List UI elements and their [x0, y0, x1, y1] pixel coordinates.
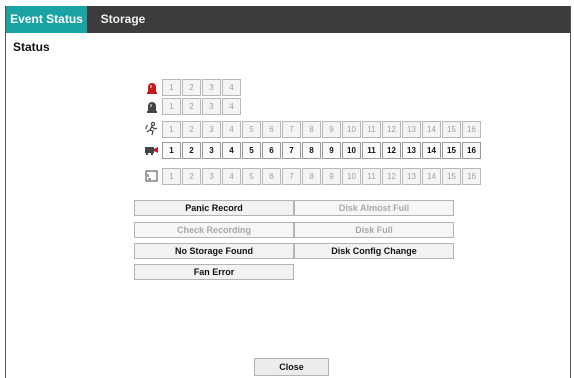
- channel-cell: 3: [202, 168, 221, 185]
- channel-cell: 1: [162, 142, 181, 159]
- channel-cell: 14: [422, 121, 441, 138]
- motion-cells: 1 2 3 4 5 6 7 8 9 10 11 12 13 14 15 16: [162, 121, 482, 138]
- channel-cell: 3: [202, 79, 221, 96]
- status-section-title: Status: [13, 40, 50, 54]
- channel-cell: 13: [402, 121, 421, 138]
- video-loss-icon: [144, 142, 160, 158]
- disk-config-change-status: Disk Config Change: [294, 243, 454, 259]
- channel-cell: 3: [202, 121, 221, 138]
- channel-cell: 5: [242, 142, 261, 159]
- channel-cell: 9: [322, 142, 341, 159]
- channel-cell: 11: [362, 168, 381, 185]
- channel-cell: 13: [402, 168, 421, 185]
- video-loss-row: 1 2 3 4 5 6 7 8 9 10 11 12 13 14 15 16: [144, 142, 481, 159]
- channel-cell: 12: [382, 121, 401, 138]
- alarm-out-cells: 1 2 3 4: [162, 98, 242, 115]
- text-in-row: 1 2 3 4 5 6 7 8 9 10 11 12 13 14 15 16: [144, 168, 481, 185]
- text-in-cells: 1 2 3 4 5 6 7 8 9 10 11 12 13 14 15 16: [162, 168, 482, 185]
- channel-cell: 12: [382, 168, 401, 185]
- channel-cell: 3: [202, 142, 221, 159]
- alarm-in-row: 1 2 3 4: [144, 79, 364, 96]
- channel-cell: 1: [162, 168, 181, 185]
- channel-cell: 1: [162, 79, 181, 96]
- event-status-window: Event Status Storage Status 1 2 3 4 1 2 …: [5, 6, 571, 378]
- motion-icon: [144, 121, 160, 137]
- channel-cell: 13: [402, 142, 421, 159]
- channel-cell: 2: [182, 98, 201, 115]
- close-button[interactable]: Close: [254, 358, 329, 376]
- channel-cell: 1: [162, 98, 181, 115]
- channel-cell: 10: [342, 142, 361, 159]
- channel-cell: 5: [242, 121, 261, 138]
- channel-cell: 16: [462, 168, 481, 185]
- channel-cell: 8: [302, 168, 321, 185]
- channel-cell: 16: [462, 121, 481, 138]
- channel-cell: 16: [462, 142, 481, 159]
- panic-record-status: Panic Record: [134, 200, 294, 216]
- channel-cell: 6: [262, 142, 281, 159]
- channel-cell: 4: [222, 79, 241, 96]
- channel-cell: 15: [442, 142, 461, 159]
- channel-cell: 9: [322, 121, 341, 138]
- channel-cell: 9: [322, 168, 341, 185]
- channel-cell: 7: [282, 121, 301, 138]
- alarm-out-row: 1 2 3 4: [144, 98, 364, 115]
- channel-cell: 3: [202, 98, 221, 115]
- channel-cell: 1: [162, 121, 181, 138]
- channel-cell: 4: [222, 168, 241, 185]
- fan-error-status: Fan Error: [134, 264, 294, 280]
- channel-cell: 7: [282, 142, 301, 159]
- tab-storage[interactable]: Storage: [87, 6, 159, 33]
- video-loss-cells: 1 2 3 4 5 6 7 8 9 10 11 12 13 14 15 16: [162, 142, 482, 159]
- tab-bar: Event Status Storage: [6, 6, 570, 33]
- disk-almost-full-status: Disk Almost Full: [294, 200, 454, 216]
- channel-cell: 14: [422, 168, 441, 185]
- alarm-out-icon: [144, 98, 160, 114]
- channel-cell: 2: [182, 168, 201, 185]
- channel-cell: 11: [362, 142, 381, 159]
- check-recording-status: Check Recording: [134, 222, 294, 238]
- channel-cell: 11: [362, 121, 381, 138]
- channel-cell: 15: [442, 121, 461, 138]
- channel-cell: 7: [282, 168, 301, 185]
- channel-cell: 8: [302, 121, 321, 138]
- channel-cell: 2: [182, 142, 201, 159]
- text-in-icon: [144, 168, 160, 184]
- channel-cell: 2: [182, 121, 201, 138]
- channel-cell: 4: [222, 121, 241, 138]
- motion-row: 1 2 3 4 5 6 7 8 9 10 11 12 13 14 15 16: [144, 121, 481, 138]
- channel-cell: 6: [262, 168, 281, 185]
- channel-cell: 4: [222, 142, 241, 159]
- channel-cell: 4: [222, 98, 241, 115]
- alarm-in-cells: 1 2 3 4: [162, 79, 242, 96]
- channel-cell: 10: [342, 168, 361, 185]
- channel-cell: 5: [242, 168, 261, 185]
- alarm-light-icon: [144, 79, 160, 95]
- channel-cell: 15: [442, 168, 461, 185]
- channel-cell: 14: [422, 142, 441, 159]
- channel-cell: 2: [182, 79, 201, 96]
- channel-cell: 8: [302, 142, 321, 159]
- channel-cell: 6: [262, 121, 281, 138]
- no-storage-found-status: No Storage Found: [134, 243, 294, 259]
- disk-full-status: Disk Full: [294, 222, 454, 238]
- channel-cell: 10: [342, 121, 361, 138]
- tab-event-status[interactable]: Event Status: [6, 6, 87, 33]
- channel-cell: 12: [382, 142, 401, 159]
